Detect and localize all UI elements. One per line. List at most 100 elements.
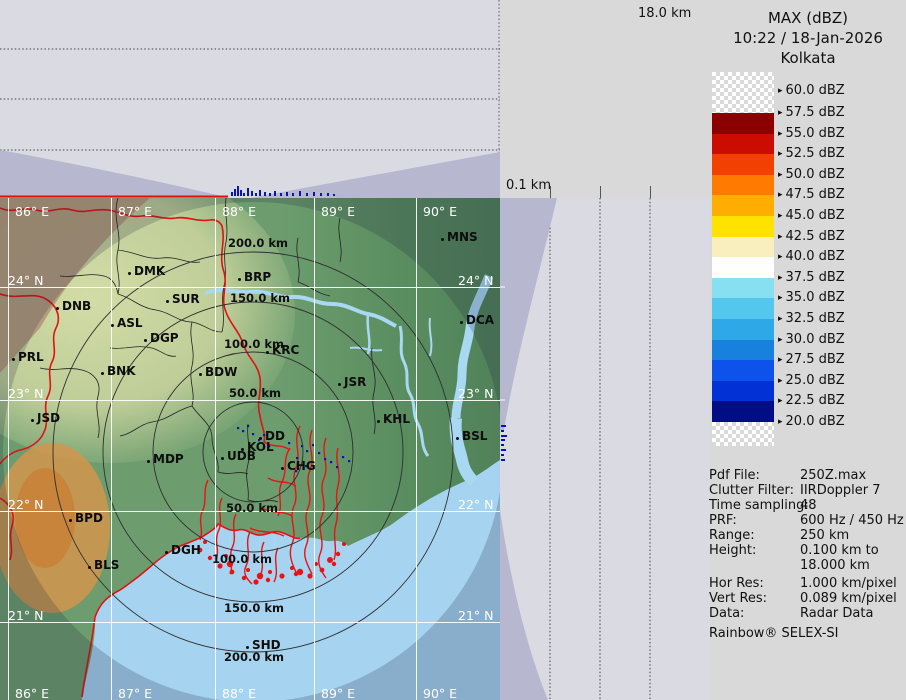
station-marker — [166, 300, 169, 303]
echo-projection-dash — [501, 444, 504, 446]
latitude-label-right: 21° N — [458, 608, 493, 623]
station-label: BLS — [94, 558, 119, 572]
meta-row-label: Pdf File: — [709, 468, 760, 483]
station-marker — [31, 419, 34, 422]
legend-arrow-icon: ▸ — [778, 417, 783, 427]
latitude-gridline — [0, 622, 500, 623]
product-name: MAX (dBZ) — [710, 8, 906, 28]
station-label: BNK — [107, 364, 136, 378]
meta-row-value: 0.100 km to — [800, 543, 879, 558]
meta-row-label: Time sampling: — [709, 498, 809, 513]
longitude-gridline — [111, 198, 112, 700]
dbz-scale-label: ▸30.0 dBZ — [778, 332, 845, 347]
echo-projection-dash — [501, 425, 506, 427]
meta-row-label: Vert Res: — [709, 591, 767, 606]
station-label: MDP — [153, 452, 184, 466]
legend-arrow-icon: ▸ — [778, 149, 783, 159]
range-ring-label: 100.0 km — [212, 552, 272, 566]
top-height-projection-panel — [0, 0, 500, 198]
legend-arrow-icon: ▸ — [778, 376, 783, 386]
meta-row-value: 18.000 km — [800, 558, 870, 573]
echo-projection-spike — [255, 193, 257, 196]
station-label: BDW — [205, 365, 237, 379]
echo-projection-spike — [286, 192, 288, 196]
meta-row-value: 600 Hz / 450 Hz — [800, 513, 904, 528]
latitude-label-left: 22° N — [8, 497, 43, 512]
echo-projection-spike — [274, 191, 276, 196]
legend-arrow-icon: ▸ — [778, 314, 783, 324]
dbz-scale-label: ▸27.5 dBZ — [778, 352, 845, 367]
station-label: BPD — [75, 511, 103, 525]
echo-projection-dash — [501, 449, 506, 451]
height-axis-min-label: 0.1 km — [506, 178, 551, 193]
meta-row-label: Data: — [709, 606, 744, 621]
echo-projection-dash — [501, 435, 507, 437]
station-marker — [128, 272, 131, 275]
echo-projection-spike — [251, 191, 253, 196]
longitude-gridline — [416, 198, 417, 700]
station-label: BSL — [462, 429, 487, 443]
dbz-band — [712, 216, 774, 237]
echo-projection-spike — [333, 194, 335, 196]
range-ring-label: 200.0 km — [224, 650, 284, 664]
range-ring-label: 150.0 km — [230, 291, 290, 305]
station-label: PRL — [18, 350, 44, 364]
station-label: DGH — [171, 543, 201, 557]
latitude-gridline — [0, 287, 500, 288]
legend-arrow-icon: ▸ — [778, 252, 783, 262]
dbz-band — [712, 134, 774, 155]
station-label: ASL — [117, 316, 143, 330]
dbz-band — [712, 257, 774, 278]
height-axis-max-label: 18.0 km — [638, 6, 691, 21]
dbz-value: 40.0 dBZ — [786, 249, 845, 264]
dbz-scale-label: ▸32.5 dBZ — [778, 311, 845, 326]
legend-arrow-icon: ▸ — [778, 129, 783, 139]
latitude-label-right: 22° N — [458, 497, 493, 512]
radar-map-viewport[interactable]: 86° E86° E87° E87° E88° E88° E89° E89° E… — [0, 198, 500, 700]
latitude-label-right: 23° N — [458, 386, 493, 401]
dbz-value: 47.5 dBZ — [786, 187, 845, 202]
dbz-band — [712, 175, 774, 196]
height-axis-tick — [600, 186, 601, 198]
dbz-band — [712, 298, 774, 319]
meta-row-label: PRF: — [709, 513, 737, 528]
meta-row-value: IIRDoppler 7 — [800, 483, 881, 498]
station-marker — [266, 351, 269, 354]
station-label: CHG — [287, 459, 316, 473]
station-marker — [377, 420, 380, 423]
dbz-scale-label: ▸37.5 dBZ — [778, 270, 845, 285]
echo-projection-spike — [269, 193, 271, 196]
dbz-value: 55.0 dBZ — [786, 126, 845, 141]
station-marker — [281, 467, 284, 470]
legend-arrow-icon: ▸ — [778, 86, 783, 96]
echo-projection-spike — [320, 193, 322, 196]
station-marker — [144, 339, 147, 342]
station-label: BRP — [244, 270, 271, 284]
dbz-value: 45.0 dBZ — [786, 208, 845, 223]
station-label: DNB — [62, 299, 91, 313]
longitude-label-top: 88° E — [222, 204, 256, 219]
echo-projection-dash — [501, 454, 504, 456]
station-marker — [88, 566, 91, 569]
longitude-label-bottom: 87° E — [118, 686, 152, 700]
station-marker — [460, 321, 463, 324]
dbz-band — [712, 113, 774, 134]
latitude-label-left: 24° N — [8, 273, 43, 288]
dbz-value: 35.0 dBZ — [786, 290, 845, 305]
right-height-projection-panel — [500, 198, 710, 700]
dbz-value: 27.5 dBZ — [786, 352, 845, 367]
station-marker — [238, 278, 241, 281]
dbz-scale-label: ▸52.5 dBZ — [778, 146, 845, 161]
meta-row-value: 250Z.max — [800, 468, 866, 483]
echo-projection-spike — [313, 192, 315, 196]
meta-row-value: 250 km — [800, 528, 849, 543]
beam-cone-shadow-top — [500, 198, 557, 430]
meta-row-label: Hor Res: — [709, 576, 764, 591]
dbz-value: 60.0 dBZ — [786, 83, 845, 98]
dbz-value: 42.5 dBZ — [786, 229, 845, 244]
latitude-label-left: 23° N — [8, 386, 43, 401]
echo-projection-spike — [327, 193, 329, 196]
station-marker — [165, 551, 168, 554]
longitude-label-top: 89° E — [321, 204, 355, 219]
station-label: SHD — [252, 638, 281, 652]
